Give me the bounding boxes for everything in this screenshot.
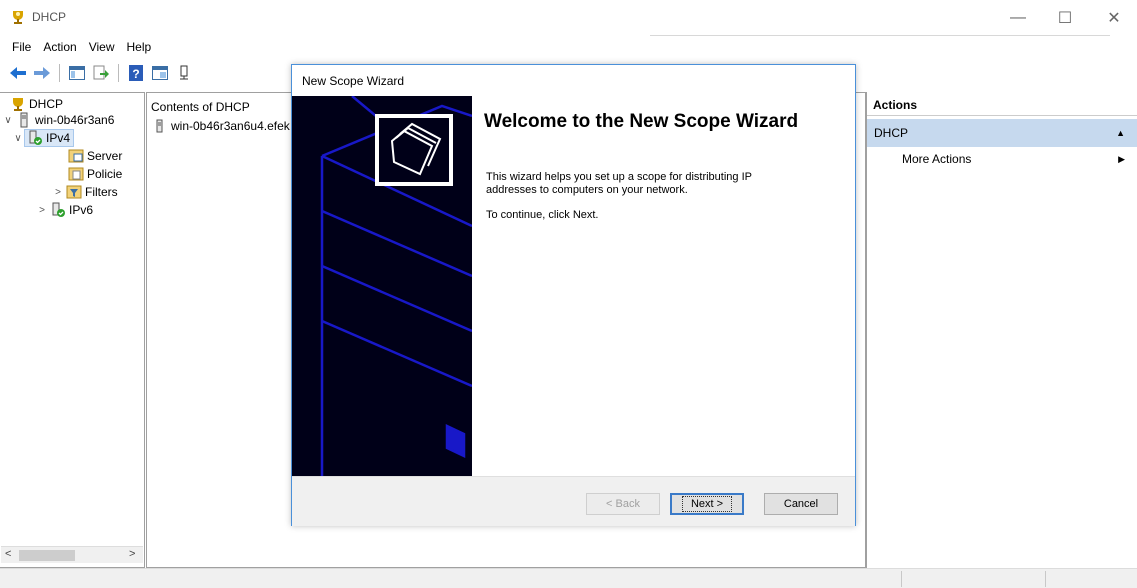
export-list-icon[interactable] xyxy=(91,63,111,83)
tree-label: win-0b46r3an6 xyxy=(35,113,115,127)
console-tree: DHCP ∨ win-0b46r3an6 ∨ IPv4 Server Polic… xyxy=(0,92,145,568)
tree-label: Policie xyxy=(87,167,123,181)
server-options-icon xyxy=(68,148,84,164)
help-icon[interactable]: ? xyxy=(126,63,146,83)
menu-bar: File Action View Help xyxy=(0,36,1137,58)
show-hide-tree-icon[interactable] xyxy=(67,63,87,83)
tree-item-server[interactable]: ∨ win-0b46r3an6 xyxy=(2,111,114,129)
menu-action[interactable]: Action xyxy=(37,40,82,54)
tree-label: Server xyxy=(87,149,123,163)
back-arrow-icon[interactable] xyxy=(8,63,28,83)
menu-help[interactable]: Help xyxy=(121,40,158,54)
chevron-down-icon[interactable]: ∨ xyxy=(2,115,14,126)
wizard-instruction: To continue, click Next. xyxy=(486,209,599,221)
back-button[interactable]: < Back xyxy=(586,493,660,515)
actions-header: Actions xyxy=(867,96,1137,116)
list-item-label: win-0b46r3an6u4.efek xyxy=(171,119,290,133)
server-icon xyxy=(16,112,32,128)
cancel-button-label: Cancel xyxy=(783,498,819,510)
tree-item-ipv4[interactable]: ∨ IPv4 xyxy=(12,129,75,147)
new-scope-wizard-dialog: New Scope Wizard Welcome to the New Scop… xyxy=(291,64,856,526)
actions-group-dhcp[interactable]: DHCP ▲ xyxy=(867,119,1137,147)
maximize-button[interactable]: ☐ xyxy=(1042,0,1088,36)
tree-selection: IPv4 xyxy=(24,129,75,147)
minimize-button[interactable]: — xyxy=(995,0,1041,36)
forward-arrow-icon[interactable] xyxy=(32,63,52,83)
results-title: Contents of DHCP xyxy=(151,100,250,114)
wizard-banner xyxy=(292,96,472,476)
next-button[interactable]: Next > xyxy=(670,493,744,515)
server-icon[interactable] xyxy=(174,63,194,83)
tree-label: DHCP xyxy=(29,97,64,111)
more-actions-item[interactable]: More Actions ▶ xyxy=(867,149,1137,169)
tree-label: IPv4 xyxy=(46,131,71,145)
status-divider xyxy=(901,571,902,587)
back-button-label: < Back xyxy=(606,498,640,510)
svg-text:?: ? xyxy=(132,67,139,81)
scroll-right-icon[interactable]: > xyxy=(129,548,135,560)
menu-view[interactable]: View xyxy=(83,40,121,54)
close-button[interactable]: ✕ xyxy=(1091,0,1137,36)
menu-file[interactable]: File xyxy=(6,40,37,54)
scroll-left-icon[interactable]: < xyxy=(5,548,11,560)
dhcp-icon xyxy=(10,96,26,112)
tree-item-server-options[interactable]: Server xyxy=(66,147,122,165)
list-item[interactable]: win-0b46r3an6u4.efek xyxy=(153,119,290,133)
tree-item-ipv6[interactable]: > IPv6 xyxy=(36,201,93,219)
server-icon xyxy=(153,119,167,133)
policies-icon xyxy=(68,166,84,182)
collapse-arrow-icon[interactable]: ▲ xyxy=(1116,119,1125,147)
ipv6-icon xyxy=(50,202,66,218)
chevron-right-icon[interactable]: > xyxy=(52,187,64,198)
toolbar-separator xyxy=(118,64,119,82)
wizard-description: This wizard helps you set up a scope for… xyxy=(486,171,752,196)
status-bar xyxy=(0,568,1137,588)
title-bar: DHCP — ☐ ✕ xyxy=(0,0,1137,36)
submenu-arrow-icon: ▶ xyxy=(1118,154,1125,164)
dialog-title-bar: New Scope Wizard xyxy=(292,65,855,95)
window-title: DHCP xyxy=(32,10,67,24)
dialog-title: New Scope Wizard xyxy=(302,74,405,88)
properties-icon[interactable] xyxy=(150,63,170,83)
wizard-heading: Welcome to the New Scope Wizard xyxy=(484,111,799,132)
filters-icon xyxy=(66,184,82,200)
next-button-label: Next > xyxy=(681,496,733,512)
cancel-button[interactable]: Cancel xyxy=(764,493,838,515)
dhcp-app-icon xyxy=(10,9,26,25)
tree-item-filters[interactable]: > Filters xyxy=(52,183,118,201)
actions-group-label: DHCP xyxy=(874,126,909,140)
tree-label: Filters xyxy=(85,185,118,199)
horizontal-scrollbar[interactable]: < > xyxy=(1,546,143,563)
dialog-footer: < Back Next > Cancel xyxy=(292,476,855,526)
chevron-down-icon[interactable]: ∨ xyxy=(12,133,24,144)
scrollbar-thumb[interactable] xyxy=(19,550,75,561)
more-actions-label: More Actions xyxy=(902,152,972,166)
toolbar-separator xyxy=(59,64,60,82)
ipv4-icon xyxy=(27,130,43,146)
toolbar: ? xyxy=(0,60,290,86)
chevron-right-icon[interactable]: > xyxy=(36,205,48,216)
status-divider xyxy=(1045,571,1046,587)
tree-item-policies[interactable]: Policie xyxy=(66,165,122,183)
tree-label: IPv6 xyxy=(69,203,94,217)
